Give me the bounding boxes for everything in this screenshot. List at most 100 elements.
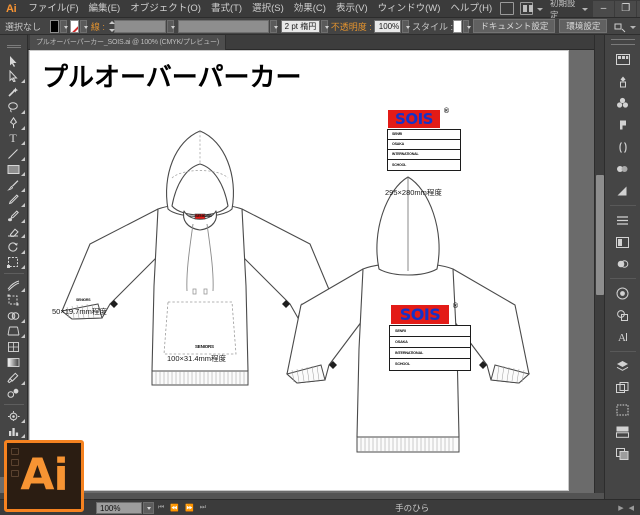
stroke-weight-field[interactable]: [114, 19, 167, 33]
tool-expand-corner-icon[interactable]: [21, 334, 25, 338]
width-tool[interactable]: [0, 277, 26, 293]
panel-navigator[interactable]: [609, 444, 637, 464]
line-segment-tool[interactable]: [0, 146, 26, 162]
scale-tool[interactable]: [0, 255, 26, 271]
scrollbar-thumb[interactable]: [596, 175, 604, 295]
panel-appearance[interactable]: [609, 305, 637, 325]
select-similar-icon[interactable]: [614, 20, 626, 33]
stroke-swatch-dropdown[interactable]: [79, 19, 88, 33]
panel-gradient[interactable]: [609, 181, 637, 201]
status-resize-grip-icon[interactable]: ◀: [629, 504, 634, 512]
graphic-style-swatch[interactable]: [453, 19, 462, 33]
panel-transform[interactable]: [609, 232, 637, 252]
panel-links[interactable]: [609, 400, 637, 420]
tool-expand-corner-icon[interactable]: [21, 265, 25, 269]
arrange-chevron-down-icon[interactable]: [537, 8, 544, 11]
tool-expand-corner-icon[interactable]: [21, 434, 25, 438]
gradient-tool[interactable]: [0, 355, 26, 371]
tool-expand-corner-icon[interactable]: [21, 218, 25, 223]
select-similar-chevron-down-icon[interactable]: [630, 25, 636, 29]
zoom-level-dropdown[interactable]: [143, 501, 154, 514]
fill-swatch-dropdown[interactable]: [59, 19, 68, 33]
stroke-weight-dropdown[interactable]: [167, 19, 175, 33]
eyedropper-tool[interactable]: [0, 370, 26, 386]
tool-expand-corner-icon[interactable]: [21, 418, 25, 423]
first-artboard-icon[interactable]: ⏮: [158, 504, 164, 512]
selection-tool[interactable]: [0, 53, 26, 69]
rectangle-tool[interactable]: [0, 162, 26, 178]
stroke-style-dropdown[interactable]: [320, 19, 329, 33]
panel-symbols[interactable]: [609, 137, 637, 157]
tool-expand-corner-icon[interactable]: [21, 203, 25, 207]
blend-tool[interactable]: [0, 386, 26, 402]
mesh-tool[interactable]: [0, 339, 26, 355]
sois-logo-spec[interactable]: SOIS ® SENRI OSAKA INTERNATIONAL SCHOOL: [387, 108, 461, 171]
menu-window[interactable]: ウィンドウ(W): [373, 0, 446, 18]
stroke-profile-field[interactable]: [178, 19, 269, 33]
menu-type[interactable]: 書式(T): [206, 0, 247, 18]
type-tool[interactable]: T: [0, 131, 26, 147]
panel-align[interactable]: [609, 210, 637, 230]
panel-character[interactable]: A: [609, 327, 637, 347]
symbol-sprayer-tool[interactable]: [0, 408, 26, 424]
opacity-dropdown[interactable]: [402, 19, 411, 33]
status-chevron-right-icon[interactable]: ▶: [618, 504, 623, 512]
blob-brush-tool[interactable]: [0, 208, 26, 224]
stroke-profile-dropdown[interactable]: [269, 19, 278, 33]
lasso-tool[interactable]: [0, 100, 26, 116]
tools-panel-grip[interactable]: [6, 45, 21, 48]
fill-color-swatch[interactable]: [50, 19, 59, 33]
stroke-color-swatch[interactable]: [70, 19, 79, 33]
panel-swatches[interactable]: [609, 93, 637, 113]
shape-builder-tool[interactable]: [0, 308, 26, 324]
tool-expand-corner-icon[interactable]: [21, 287, 25, 292]
artboard[interactable]: プルオーバーパーカー SENIORS SENIORS SENIORS 50×19…: [29, 50, 569, 491]
sois-logo-on-back[interactable]: SOIS ® SENRI OSAKA INTERNATIONAL SCHOOL: [389, 303, 471, 371]
preferences-button[interactable]: 環境設定: [559, 19, 608, 33]
menu-edit[interactable]: 編集(E): [84, 0, 126, 18]
panel-pathfinder[interactable]: [609, 254, 637, 274]
panel-brushes[interactable]: [609, 115, 637, 135]
tool-expand-corner-icon[interactable]: [21, 110, 25, 114]
tool-expand-corner-icon[interactable]: [21, 234, 25, 238]
tool-expand-corner-icon[interactable]: [21, 172, 25, 176]
tool-expand-corner-icon[interactable]: [21, 79, 25, 83]
workspace-chevron-down-icon[interactable]: [581, 8, 588, 11]
bridge-icon[interactable]: [500, 2, 514, 15]
prev-artboard-icon[interactable]: ⏪: [170, 504, 179, 512]
magic-wand-tool[interactable]: [0, 84, 26, 100]
document-tab[interactable]: プルオーバーパーカー_SOIS.ai @ 100% (CMYK/プレビュー): [30, 34, 226, 50]
tool-expand-corner-icon[interactable]: [21, 380, 25, 385]
panel-graphic-styles[interactable]: [609, 422, 637, 442]
graphic-style-dropdown[interactable]: [462, 19, 471, 33]
tool-expand-corner-icon[interactable]: [21, 156, 25, 161]
pen-tool[interactable]: [0, 115, 26, 131]
perspective-grid-tool[interactable]: [0, 324, 26, 340]
panel-stroke[interactable]: [609, 159, 637, 179]
menu-help[interactable]: ヘルプ(H): [445, 0, 497, 18]
panel-layers[interactable]: [609, 356, 637, 376]
panel-color[interactable]: [609, 49, 637, 69]
document-setup-button[interactable]: ドキュメント設定: [473, 19, 556, 33]
eraser-tool[interactable]: [0, 224, 26, 240]
panel-color-guide[interactable]: [609, 71, 637, 91]
rotate-tool[interactable]: [0, 239, 26, 255]
illustrator-app-icon[interactable]: Ai: [4, 440, 84, 512]
stroke-style-field[interactable]: 2 pt 楕円: [280, 19, 320, 33]
canvas-vertical-scrollbar[interactable]: [594, 35, 604, 493]
menu-select[interactable]: 選択(S): [247, 0, 289, 18]
zoom-level-field[interactable]: 100%: [96, 501, 142, 514]
opacity-value-field[interactable]: 100%: [373, 19, 402, 33]
menu-effect[interactable]: 効果(C): [289, 0, 331, 18]
panel-dock-grip[interactable]: [610, 39, 635, 45]
tool-expand-corner-icon[interactable]: [21, 187, 25, 192]
document-canvas-area[interactable]: プルオーバーパーカー SENIORS SENIORS SENIORS 50×19…: [28, 50, 604, 493]
menu-view[interactable]: 表示(V): [331, 0, 373, 18]
panel-artboards[interactable]: [609, 378, 637, 398]
tool-expand-corner-icon[interactable]: [21, 318, 25, 323]
panel-transparency[interactable]: [609, 283, 637, 303]
direct-selection-tool[interactable]: [0, 69, 26, 85]
tool-expand-corner-icon[interactable]: [21, 125, 25, 130]
window-minimize-button[interactable]: –: [592, 0, 615, 17]
next-artboard-icon[interactable]: ⏩: [185, 504, 194, 512]
